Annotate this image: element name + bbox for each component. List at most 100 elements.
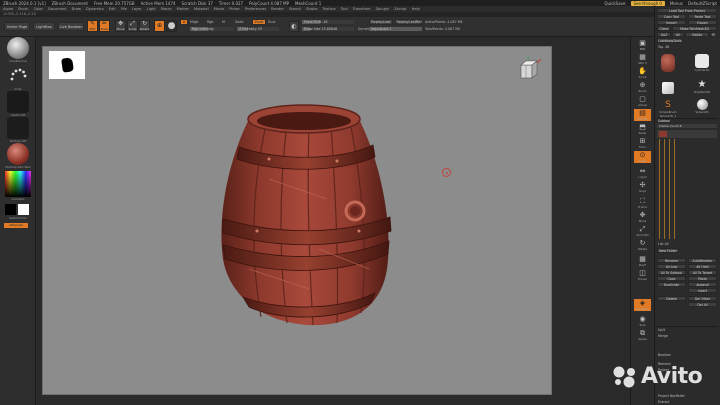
persp-button[interactable]: ⬒ Persp bbox=[634, 123, 651, 135]
zoom3d-button[interactable]: ⤢ Zoom3D bbox=[634, 225, 651, 237]
edit-mode-button[interactable]: ✎ Edit bbox=[87, 20, 98, 32]
menu-stencil[interactable]: Stencil bbox=[289, 7, 301, 11]
universal-camera-button[interactable]: ● bbox=[166, 20, 177, 32]
extract-section[interactable]: Extract bbox=[658, 400, 669, 404]
menu-render[interactable]: Render bbox=[271, 7, 284, 11]
menu-stroke[interactable]: Stroke bbox=[306, 7, 317, 11]
barrel-model[interactable] bbox=[209, 99, 399, 334]
zadd-toggle[interactable]: Zadd bbox=[235, 20, 243, 24]
all-high-button[interactable]: All High bbox=[688, 264, 717, 269]
a-toggle[interactable]: A bbox=[180, 19, 188, 25]
menu-help[interactable]: Help bbox=[412, 7, 420, 11]
bpr-button[interactable]: ▣ BPR bbox=[634, 39, 651, 51]
boolean-section[interactable]: Boolean bbox=[658, 353, 671, 357]
menu-edit[interactable]: Edit bbox=[109, 7, 116, 11]
draw-size-slider[interactable]: Draw Size 25.85648 bbox=[302, 27, 354, 31]
polyf-button[interactable]: ▦ PolyF bbox=[634, 255, 651, 267]
move-view-button[interactable]: ✥ Move bbox=[634, 211, 651, 223]
menu-zscript[interactable]: Zscript bbox=[394, 7, 406, 11]
delete-button[interactable]: Delete bbox=[657, 296, 686, 301]
menu-picker[interactable]: Picker bbox=[229, 7, 240, 11]
tool-thumb-cylinder3d[interactable]: Cylinder3D bbox=[691, 50, 713, 72]
menu-preferences[interactable]: Preferences bbox=[245, 7, 266, 11]
move-mode-button[interactable]: ✥ Move bbox=[115, 20, 126, 32]
menu-macro[interactable]: Macro bbox=[161, 7, 172, 11]
xpose-button[interactable]: ⧉ Xpose bbox=[634, 329, 651, 341]
split-section[interactable]: Split bbox=[658, 328, 665, 332]
menu-texture[interactable]: Texture bbox=[323, 7, 336, 11]
alpha-selector[interactable]: Alpha Off bbox=[4, 91, 32, 117]
duplicate-button[interactable]: Duplicate bbox=[657, 282, 686, 287]
default-zscript-button[interactable]: DefaultZScript bbox=[688, 1, 717, 6]
secondary-color-swatch[interactable] bbox=[18, 204, 29, 215]
adjust-last-slider[interactable]: AdjustLast 1 bbox=[369, 27, 422, 31]
document-viewport[interactable] bbox=[42, 46, 552, 395]
all-to-target-button[interactable]: All To Target bbox=[688, 270, 717, 275]
copy-tool-button[interactable]: Copy Tool bbox=[657, 14, 686, 19]
transp-button[interactable]: ◫ Transp bbox=[634, 269, 651, 281]
gxyz-button[interactable]: ✣ Gxyz bbox=[634, 181, 651, 193]
all-low-button[interactable]: All Low bbox=[657, 264, 686, 269]
m-toggle[interactable]: M bbox=[222, 20, 225, 24]
del-other-button[interactable]: Del Other bbox=[688, 296, 717, 301]
rgb-intensity-slider[interactable]: Rgb Intensity bbox=[190, 27, 234, 31]
menu-document[interactable]: Document bbox=[48, 7, 67, 11]
replay-last-button[interactable]: ReplayLast bbox=[369, 19, 393, 25]
alternate-button[interactable]: Alternate bbox=[4, 223, 28, 228]
scroll-button[interactable]: ✋ Scroll bbox=[634, 67, 651, 79]
mrgb-toggle[interactable]: Mrgb bbox=[190, 20, 198, 24]
frame-button[interactable]: ⛶ Frame bbox=[634, 197, 651, 209]
menu-movie[interactable]: Movie bbox=[214, 7, 225, 11]
see-through-slider[interactable]: See-through 0 bbox=[630, 0, 665, 6]
rotate-mode-button[interactable]: ↻ Rotate bbox=[139, 20, 150, 32]
visible-count-slider[interactable]: Visible Count 8 bbox=[657, 124, 717, 128]
material-selector[interactable]: MatCap Red Wax bbox=[4, 143, 32, 169]
draw-mode-button[interactable]: ✏ Draw bbox=[99, 20, 110, 32]
color-spectrum[interactable] bbox=[5, 171, 31, 197]
menu-color[interactable]: Color bbox=[34, 7, 43, 11]
color-picker[interactable]: Gradient bbox=[4, 171, 32, 201]
pivot-target-icon[interactable] bbox=[442, 168, 451, 177]
floor-button[interactable]: ⊞ Floor bbox=[634, 137, 651, 149]
tool-thumb-sphere3d[interactable]: Sphere3D bbox=[691, 92, 713, 114]
navigation-thumbnail[interactable] bbox=[49, 51, 85, 79]
all-to-subtool-button[interactable]: All To Subtool bbox=[657, 270, 686, 275]
del-all-button[interactable]: Del All bbox=[688, 302, 717, 307]
project-basrelief-section[interactable]: Project BasRelief bbox=[658, 394, 685, 398]
quicksave-button[interactable]: QuickSave bbox=[604, 1, 625, 6]
subtool-list-item[interactable] bbox=[657, 130, 717, 138]
lightbox-tools-button[interactable]: Lightbox▸Tools bbox=[657, 38, 683, 43]
insert-button[interactable]: Insert bbox=[688, 288, 717, 293]
rename-button[interactable]: Rename bbox=[657, 258, 686, 263]
rgb-toggle[interactable]: Rgb bbox=[207, 20, 213, 24]
goz-visible-button[interactable]: Visible bbox=[685, 32, 709, 37]
menu-material[interactable]: Material bbox=[194, 7, 209, 11]
goz-r-button[interactable]: R bbox=[710, 32, 717, 37]
merge-section[interactable]: Merge bbox=[658, 334, 668, 338]
tool-thumb-sphere3d-1[interactable]: Sphere3D_1 bbox=[657, 106, 679, 118]
menu-marker[interactable]: Marker bbox=[177, 7, 189, 11]
zoom-button[interactable]: ⊕ Zoom bbox=[634, 81, 651, 93]
subtool-section-header[interactable]: Subtool bbox=[658, 119, 670, 123]
z-intensity-slider[interactable]: Z Intensity 25 bbox=[237, 27, 279, 31]
menu-zplugin[interactable]: Zplugin bbox=[376, 7, 390, 11]
texture-selector[interactable]: Texture Off bbox=[4, 117, 32, 143]
load-tool-from-project-button[interactable]: Load Tool From Project bbox=[657, 8, 717, 13]
menu-brush[interactable]: Brush bbox=[18, 7, 28, 11]
live-boolean-button[interactable]: Live Boolean bbox=[58, 22, 84, 31]
actual-button[interactable]: ▢ Actual bbox=[634, 95, 651, 107]
lightbox-button[interactable]: LightBox bbox=[33, 22, 55, 31]
zsub-toggle[interactable]: Zsub bbox=[252, 19, 266, 25]
menu-layer[interactable]: Layer bbox=[132, 7, 142, 11]
menu-draw[interactable]: Draw bbox=[72, 7, 81, 11]
menu-dynamics[interactable]: Dynamics bbox=[86, 7, 104, 11]
clone-button[interactable]: Clone bbox=[657, 26, 671, 31]
tool-thumb-current[interactable] bbox=[657, 50, 679, 72]
dynamic-persp-button[interactable]: ◈ Dynamic bbox=[634, 299, 651, 311]
menus-toggle[interactable]: Menus bbox=[670, 1, 683, 6]
goz-all-button[interactable]: All bbox=[672, 32, 684, 37]
switch-color-label[interactable]: SwitchColor bbox=[4, 216, 32, 220]
import-button[interactable]: Import bbox=[657, 20, 686, 25]
tool-thumb-polymesh3d[interactable] bbox=[657, 72, 679, 94]
scale-mode-button[interactable]: ⤢ Scale bbox=[127, 20, 138, 32]
